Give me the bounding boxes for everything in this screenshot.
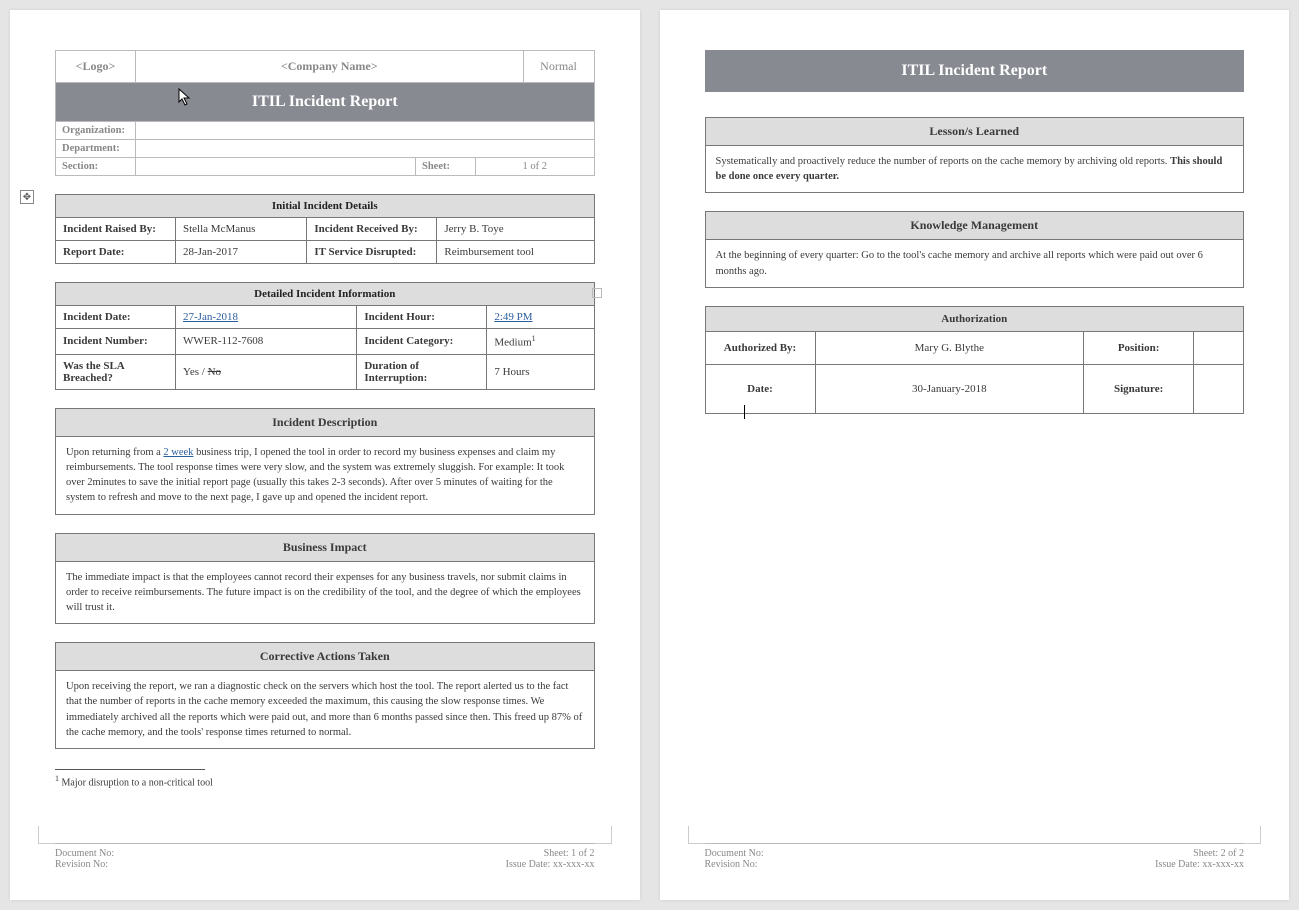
km-body[interactable]: At the beginning of every quarter: Go to… [706,240,1244,286]
page-footer: Document No: Sheet: 1 of 2 Revision No: … [55,843,595,870]
footer-rev-no: Revision No: [55,859,108,870]
margin-corner-br-icon [594,826,612,844]
initial-details-table: Initial Incident Details Incident Raised… [55,194,595,264]
auth-by-label: Authorized By: [705,331,815,364]
detailed-title: Detailed Incident Information [56,283,595,306]
incident-category-value: Medium [494,337,531,349]
desc-pre: Upon returning from a [66,447,163,458]
text-cursor-icon [744,405,745,419]
description-title: Incident Description [56,409,594,437]
sla-no: No [208,366,221,378]
position-value[interactable] [1194,331,1244,364]
footnote-text: 1 Major disruption to a non-critical too… [55,774,595,788]
signature-label: Signature: [1084,364,1194,413]
km-title: Knowledge Management [706,212,1244,240]
desc-link[interactable]: 2 week [163,447,193,458]
margin-corner-bl-icon [688,826,706,844]
lessons-body[interactable]: Systematically and proactively reduce th… [706,146,1244,192]
position-label: Position: [1084,331,1194,364]
km-block: Knowledge Management At the beginning of… [705,211,1245,287]
footer2-rev-no: Revision No: [705,859,758,870]
sla-cell[interactable]: Yes / No [176,354,357,389]
footer-issue: Issue Date: xx-xxx-xx [506,859,595,870]
description-body[interactable]: Upon returning from a 2 week business tr… [56,437,594,514]
logo-placeholder: <Logo> [56,51,136,82]
move-handle-icon[interactable]: ✥ [20,190,34,204]
page-2: ITIL Incident Report Lesson/s Learned Sy… [660,10,1290,900]
footer2-issue: Issue Date: xx-xxx-xx [1155,859,1244,870]
section-value[interactable] [136,158,416,176]
incident-number-value[interactable]: WWER-112-7608 [176,329,357,355]
lessons-block: Lesson/s Learned Systematically and proa… [705,117,1245,193]
auth-by-value[interactable]: Mary G. Blythe [815,331,1084,364]
incident-category-label: Incident Category: [357,329,487,355]
footer2-sheet: Sheet: 2 of 2 [1193,848,1244,859]
footnote-rule [55,769,205,770]
section-label: Section: [56,158,136,176]
footer-sheet: Sheet: 1 of 2 [544,848,595,859]
dept-value[interactable] [136,140,595,158]
footer-doc-no: Document No: [55,848,114,859]
initial-title: Initial Incident Details [56,195,595,218]
footer2-doc-no: Document No: [705,848,764,859]
org-value[interactable] [136,122,595,140]
impact-block: Business Impact The immediate impact is … [55,533,595,625]
title-bar-p2: ITIL Incident Report [705,50,1245,92]
page-footer-2: Document No: Sheet: 2 of 2 Revision No: … [705,843,1245,870]
company-placeholder: <Company Name> [136,51,524,82]
description-block: Incident Description Upon returning from… [55,408,595,515]
received-by-value[interactable]: Jerry B. Toye [437,218,594,241]
anchor-marker-icon [592,288,602,298]
raised-by-label: Incident Raised By: [56,218,176,241]
incident-hour-value[interactable]: 2:49 PM [494,311,532,323]
impact-body[interactable]: The immediate impact is that the employe… [56,562,594,624]
authorization-table: Authorization Authorized By: Mary G. Bly… [705,306,1245,414]
duration-label: Duration of Interruption: [357,354,487,389]
impact-title: Business Impact [56,534,594,562]
report-date-value[interactable]: 28-Jan-2017 [176,241,307,264]
title-bar: ITIL Incident Report [55,83,595,122]
received-by-label: Incident Received By: [307,218,437,241]
incident-number-label: Incident Number: [56,329,176,355]
meta-table: Organization: Department: Section: Sheet… [55,122,595,176]
service-label: IT Service Disrupted: [307,241,437,264]
footnote-body: Major disruption to a non-critical tool [59,777,213,788]
signature-value[interactable] [1194,364,1244,413]
incident-category-cell[interactable]: Medium1 [487,329,594,355]
auth-title: Authorization [705,306,1244,331]
sla-label: Was the SLA Breached? [56,354,176,389]
style-indicator: Normal [524,51,594,82]
service-value[interactable]: Reimbursement tool [437,241,594,264]
footnote-ref: 1 [532,334,536,343]
sheet-value: 1 of 2 [476,158,595,176]
incident-date-label: Incident Date: [56,306,176,329]
org-label: Organization: [56,122,136,140]
duration-value[interactable]: 7 Hours [487,354,594,389]
lessons-title: Lesson/s Learned [706,118,1244,146]
lessons-text: Systematically and proactively reduce th… [716,156,1171,167]
raised-by-value[interactable]: Stella McManus [176,218,307,241]
detailed-info-table: Detailed Incident Information Incident D… [55,282,595,390]
doc-header-row: <Logo> <Company Name> Normal [55,50,595,83]
incident-date-value[interactable]: 27-Jan-2018 [183,311,238,323]
page-1: ✥ <Logo> <Company Name> Normal ITIL Inci… [10,10,640,900]
corrective-block: Corrective Actions Taken Upon receiving … [55,642,595,749]
corrective-body[interactable]: Upon receiving the report, we ran a diag… [56,671,594,748]
margin-corner-br-icon [1243,826,1261,844]
margin-corner-bl-icon [38,826,56,844]
auth-date-label: Date: [705,364,815,413]
sla-yes: Yes / [183,366,208,378]
report-date-label: Report Date: [56,241,176,264]
corrective-title: Corrective Actions Taken [56,643,594,671]
auth-date-value[interactable]: 30-January-2018 [815,364,1084,413]
incident-hour-label: Incident Hour: [357,306,487,329]
sheet-label: Sheet: [416,158,476,176]
dept-label: Department: [56,140,136,158]
